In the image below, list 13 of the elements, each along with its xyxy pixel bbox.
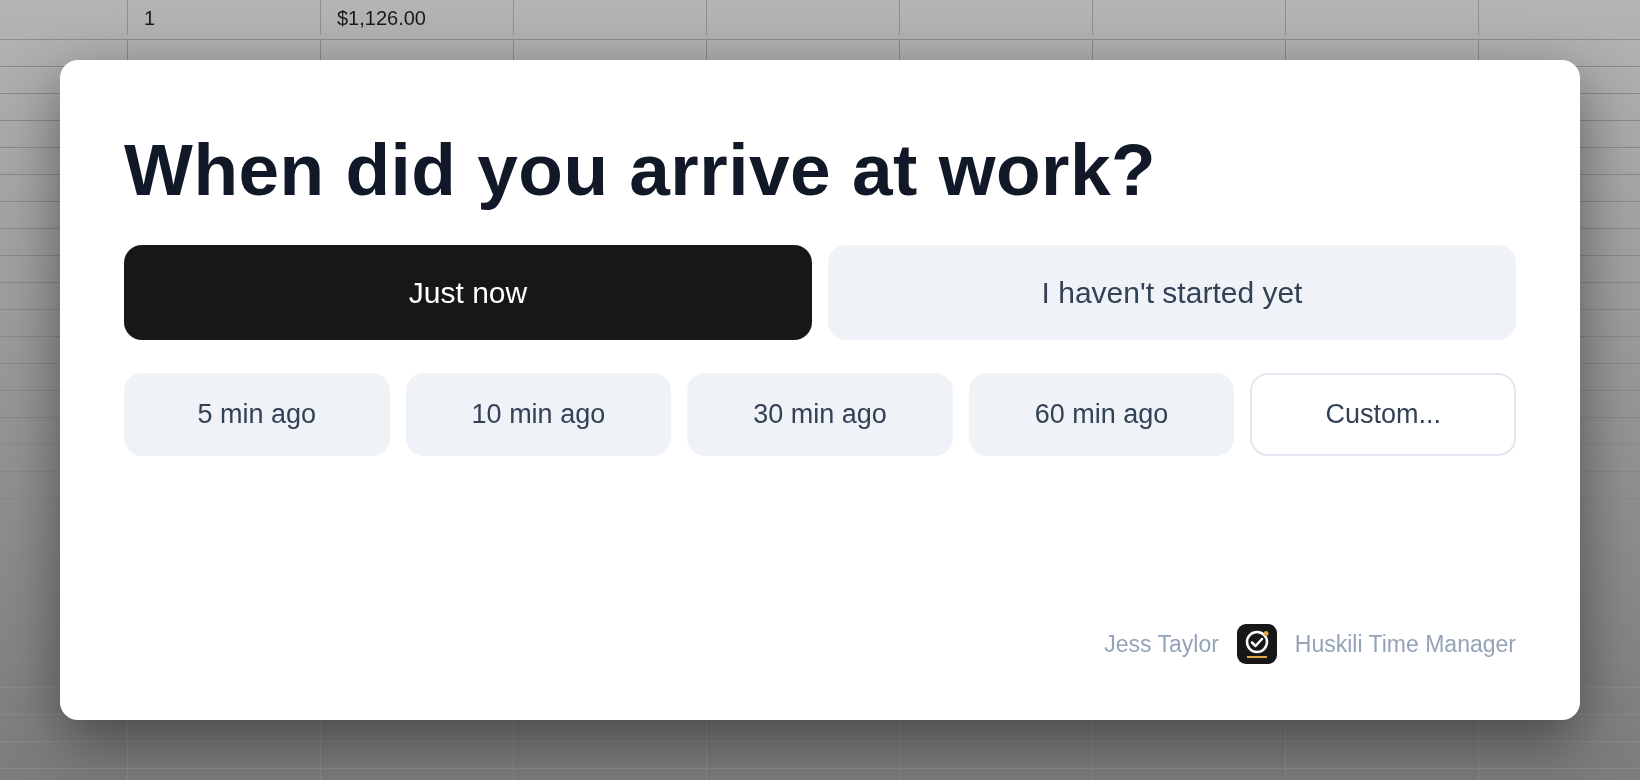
option-button[interactable]: 5 min ago	[124, 372, 390, 456]
table-cell-text: 1	[144, 5, 156, 31]
app-name: Huskili Time Manager	[1294, 629, 1516, 659]
option-button[interactable]: Just now	[124, 244, 812, 340]
option-button[interactable]: I haven't started yet	[828, 244, 1516, 340]
app-logo-icon	[1236, 624, 1277, 664]
option-button[interactable]: 60 min ago	[968, 372, 1235, 456]
option-button[interactable]: 30 min ago	[687, 372, 953, 456]
option-button[interactable]: 10 min ago	[405, 372, 672, 456]
table-cell-text: $1,126.00	[337, 5, 426, 31]
dialog-title: When did you arrive at work?	[124, 128, 1158, 212]
option-button[interactable]: Custom...	[1250, 372, 1516, 456]
user-name: Jess Taylor	[1104, 629, 1219, 659]
